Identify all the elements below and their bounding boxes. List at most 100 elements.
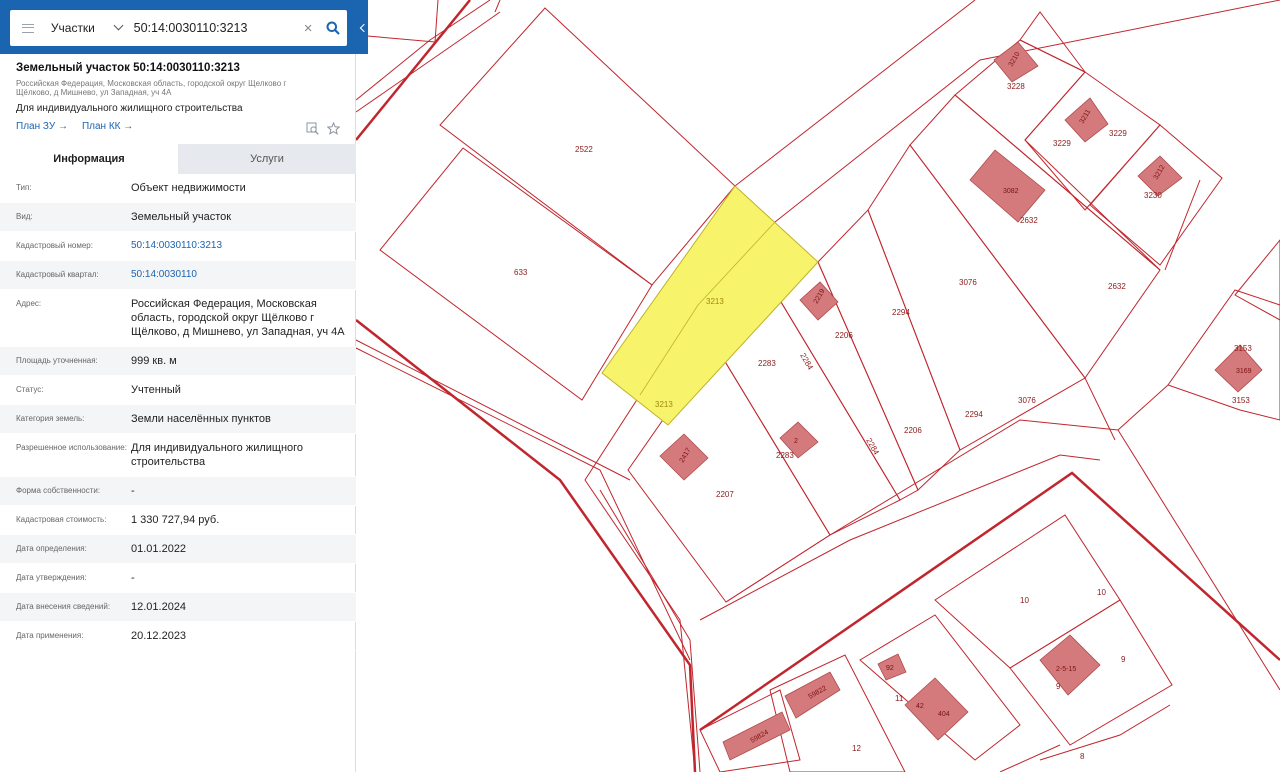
svg-text:2283: 2283 — [758, 359, 776, 368]
svg-text:8: 8 — [1080, 752, 1085, 761]
info-value: 12.01.2024 — [131, 601, 187, 613]
svg-text:9: 9 — [1056, 682, 1061, 691]
info-key: Дата утверждения: — [16, 573, 87, 582]
info-value: Земельный участок — [131, 211, 232, 223]
svg-text:2632: 2632 — [1020, 216, 1038, 225]
search-input[interactable] — [129, 13, 298, 43]
svg-text:2: 2 — [794, 438, 798, 445]
info-row-cadastral-quarter: Кадастровый квартал: 50:14:0030110 — [0, 261, 356, 290]
page-title: Земельный участок 50:14:0030110:3213 — [16, 62, 240, 74]
plan-kk-link[interactable]: План КК → — [82, 121, 133, 132]
svg-text:42: 42 — [916, 703, 924, 710]
svg-text:3228: 3228 — [1007, 82, 1025, 91]
tab-information[interactable]: Информация — [0, 144, 178, 174]
zoom-to-object-icon[interactable] — [306, 122, 319, 135]
svg-text:92: 92 — [886, 665, 894, 672]
info-key: Вид: — [16, 212, 33, 221]
chevron-down-icon — [113, 20, 124, 31]
info-row-cadastral-number: Кадастровый номер: 50:14:0030110:3213 — [0, 232, 356, 261]
info-value: Российская Федерация, Московская область… — [131, 298, 345, 338]
svg-text:3169: 3169 — [1236, 368, 1252, 375]
info-value: Земли населённых пунктов — [131, 413, 271, 425]
layer-select-label: Участки — [50, 21, 95, 35]
svg-text:12: 12 — [852, 744, 861, 753]
info-key: Дата внесения сведений: — [16, 602, 111, 611]
info-row-ownership: Форма собственности: - — [0, 477, 356, 506]
svg-text:3213: 3213 — [706, 297, 724, 306]
svg-text:11: 11 — [895, 694, 904, 703]
info-key: Адрес: — [16, 299, 42, 308]
layer-select[interactable]: Участки — [46, 10, 130, 46]
parcel-2206 — [817, 209, 961, 491]
svg-text:3076: 3076 — [959, 278, 977, 287]
svg-text:633: 633 — [514, 268, 528, 277]
info-value: Объект недвижимости — [131, 182, 246, 194]
info-row-address: Адрес: Российская Федерация, Московская о… — [0, 290, 356, 347]
parcel-3153 — [1167, 289, 1280, 421]
info-row-type: Тип: Объект недвижимости — [0, 174, 356, 203]
close-icon[interactable]: × — [297, 10, 319, 46]
search-button[interactable] — [319, 10, 347, 46]
parcel-2284 — [774, 261, 919, 501]
svg-text:2632: 2632 — [1108, 282, 1126, 291]
info-key: Кадастровый номер: — [16, 241, 93, 250]
info-row-entry-date: Дата внесения сведений: 12.01.2024 — [0, 593, 356, 622]
svg-text:2283: 2283 — [776, 451, 794, 460]
svg-text:404: 404 — [938, 711, 950, 718]
info-key: Категория земель: — [16, 414, 85, 423]
info-row-land-category: Категория земель: Земли населённых пункто… — [0, 405, 356, 434]
svg-text:10: 10 — [1097, 588, 1106, 597]
info-row-permitted-use: Разрешенное использование: Для индивидуал… — [0, 434, 356, 477]
info-key: Статус: — [16, 385, 44, 394]
star-icon[interactable] — [327, 122, 340, 135]
parcel-2294 — [867, 144, 1086, 451]
info-row-approval-date: Дата утверждения: - — [0, 564, 356, 593]
search-icon — [326, 21, 340, 35]
parcel-3229 — [1024, 71, 1161, 211]
info-row-determination-date: Дата определения: 01.01.2022 — [0, 535, 356, 564]
info-key: Дата применения: — [16, 631, 84, 640]
svg-text:2294: 2294 — [892, 308, 910, 317]
info-value: 1 330 727,94 руб. — [131, 514, 220, 526]
svg-text:9: 9 — [1121, 655, 1126, 664]
svg-text:2206: 2206 — [835, 331, 853, 340]
object-header: Земельный участок 50:14:0030110:3213 Рос… — [16, 62, 346, 135]
plan-zu-link[interactable]: План ЗУ → — [16, 121, 68, 132]
svg-text:2284: 2284 — [864, 437, 881, 457]
info-key: Кадастровая стоимость: — [16, 515, 107, 524]
info-key: Тип: — [16, 183, 32, 192]
menu-icon[interactable] — [10, 10, 46, 46]
parcel-10 — [934, 514, 1121, 669]
info-row-status: Статус: Учтенный — [0, 376, 356, 405]
info-value: 20.12.2023 — [131, 630, 187, 642]
svg-text:3213: 3213 — [655, 400, 673, 409]
info-row-kind: Вид: Земельный участок — [0, 203, 356, 232]
info-value: 999 кв. м — [131, 355, 177, 367]
info-value: 01.01.2022 — [131, 543, 187, 555]
svg-text:3082: 3082 — [1003, 188, 1019, 195]
collapse-panel-button[interactable] — [356, 10, 368, 46]
info-key: Разрешенное использование: — [16, 443, 127, 452]
info-panel: Участки × Земельный участок 50:14:003011… — [0, 0, 368, 772]
cadastral-number-link[interactable]: 50:14:0030110:3213 — [131, 239, 346, 253]
info-row-application-date: Дата применения: 20.12.2023 — [0, 622, 356, 651]
search-box: Участки × — [10, 10, 347, 46]
info-key: Форма собственности: — [16, 486, 101, 495]
info-key: Дата определения: — [16, 544, 87, 553]
chevron-left-icon — [359, 23, 368, 33]
svg-text:3153: 3153 — [1232, 396, 1250, 405]
tab-services[interactable]: Услуги — [178, 144, 356, 174]
cadastral-quarter-link[interactable]: 50:14:0030110 — [131, 268, 346, 282]
object-address: Российская Федерация, Московская область… — [16, 79, 287, 97]
info-table: Тип: Объект недвижимости Вид: Земельный уч… — [0, 174, 356, 651]
info-value: - — [131, 485, 135, 497]
svg-text:3230: 3230 — [1144, 191, 1162, 200]
svg-text:2207: 2207 — [716, 490, 734, 499]
info-value: Для индивидуального жилищного строительс… — [131, 442, 304, 468]
object-purpose: Для индивидуального жилищного строительс… — [16, 103, 243, 114]
svg-text:3076: 3076 — [1018, 396, 1036, 405]
info-value: - — [131, 572, 135, 584]
info-key: Кадастровый квартал: — [16, 270, 99, 279]
parcel-2632 — [954, 39, 1161, 271]
svg-text:2206: 2206 — [904, 426, 922, 435]
